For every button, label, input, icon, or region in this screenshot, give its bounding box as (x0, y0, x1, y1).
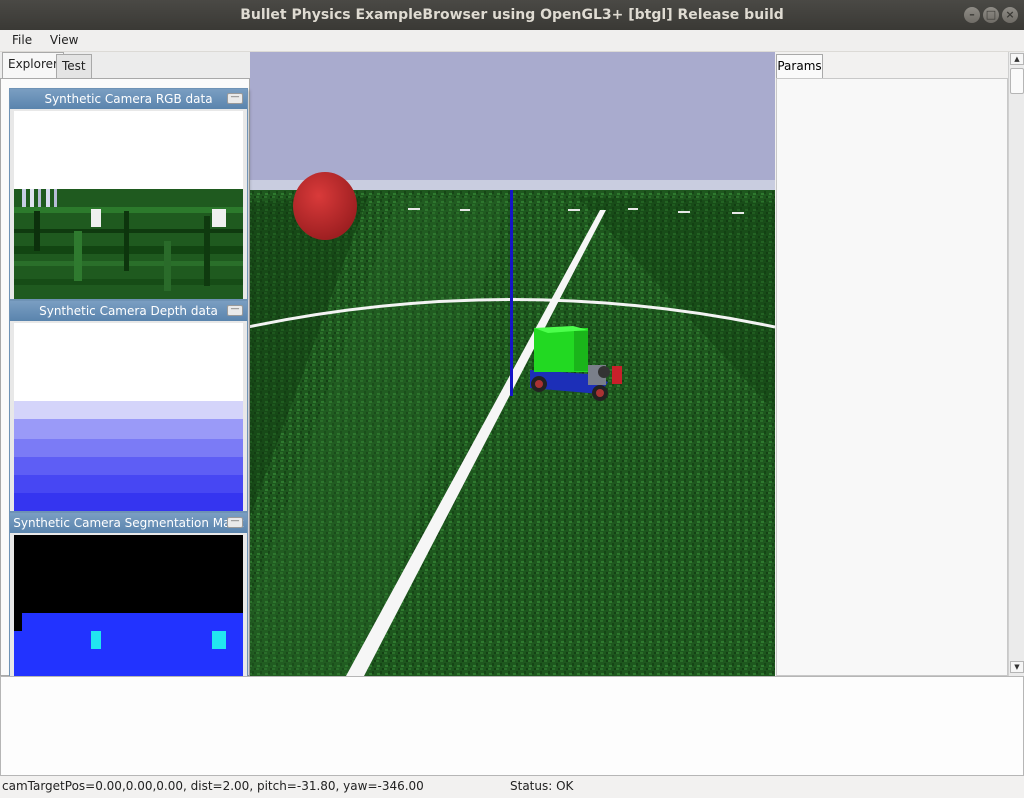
window-title: Bullet Physics ExampleBrowser using Open… (240, 7, 784, 23)
scroll-up-button[interactable]: ▲ (1010, 53, 1024, 65)
close-window-button[interactable]: × (1002, 7, 1018, 23)
red-sphere (293, 172, 357, 240)
status-bar: camTargetPos=0.00,0.00,0.00, dist=2.00, … (0, 776, 1024, 798)
camera-depth-title-text: Synthetic Camera Depth data (39, 304, 218, 318)
sky (248, 52, 775, 182)
maximize-window-button[interactable]: □ (983, 7, 999, 23)
status-text: Status: OK (510, 779, 574, 793)
scene-render (248, 52, 775, 676)
menu-file[interactable]: File (0, 30, 32, 47)
camera-rgb-title[interactable]: Synthetic Camera RGB data — (10, 89, 247, 109)
minimize-window-button[interactable]: – (964, 7, 980, 23)
params-body (776, 78, 1008, 676)
blue-pole (510, 190, 513, 396)
camera-segmentation-title-text: Synthetic Camera Segmentation Mask (13, 516, 244, 530)
camera-depth-minimize-button[interactable]: — (227, 305, 243, 316)
camera-rgb-title-text: Synthetic Camera RGB data (44, 92, 213, 106)
camera-depth-title[interactable]: Synthetic Camera Depth data — (10, 301, 247, 321)
camera-depth-window[interactable]: Synthetic Camera Depth data — (9, 300, 248, 512)
params-scrollbar[interactable]: ▲ ▼ (1008, 52, 1024, 676)
scroll-thumb[interactable] (1010, 68, 1024, 94)
window-titlebar: Bullet Physics ExampleBrowser using Open… (0, 0, 1024, 30)
3d-viewport[interactable] (248, 52, 775, 676)
tab-test[interactable]: Test (56, 54, 92, 78)
menu-view[interactable]: View (36, 30, 78, 47)
camera-rgb-minimize-button[interactable]: — (227, 93, 243, 104)
scroll-down-button[interactable]: ▼ (1010, 661, 1024, 673)
camera-segmentation-minimize-button[interactable]: — (227, 517, 243, 528)
tab-params[interactable]: Params (776, 54, 823, 78)
camera-info-text: camTargetPos=0.00,0.00,0.00, dist=2.00, … (2, 779, 424, 793)
camera-rgb-image (14, 111, 243, 299)
camera-depth-image (14, 323, 243, 511)
camera-rgb-window[interactable]: Synthetic Camera RGB data — (9, 88, 248, 300)
console-output[interactable] (0, 676, 1024, 776)
tab-explorer[interactable]: Explorer (2, 52, 64, 78)
window-controls: – □ × (964, 7, 1018, 23)
camera-segmentation-title[interactable]: Synthetic Camera Segmentation Mask — (10, 513, 247, 533)
menu-bar: File View (0, 30, 1024, 52)
